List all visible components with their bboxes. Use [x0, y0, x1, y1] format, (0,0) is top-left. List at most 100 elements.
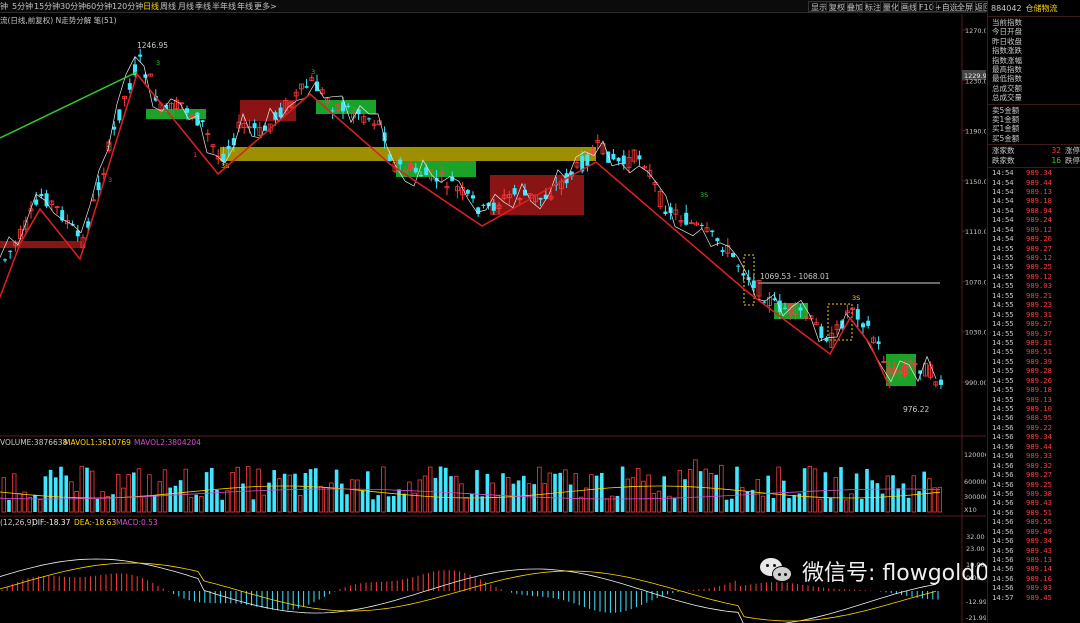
volume-bar: [714, 474, 718, 512]
volume-bar: [225, 490, 230, 513]
tick-row: 14:56 989.32: [988, 461, 1080, 470]
timeframe-tab[interactable]: 30分钟: [60, 1, 86, 12]
kline-chart-svg[interactable]: 流(日线,前复权) N走势分解 笔(51) VOLUME:3876638 MAV…: [0, 14, 986, 623]
volume-bar: [625, 478, 630, 513]
volume-bar: [688, 469, 693, 513]
volume-bar: [95, 498, 100, 512]
index-fields: 当前指数 今日开盘 昨日收盘 指数涨跌 指数涨幅 最高指数 最低指数 总成交额 总成交量: [988, 17, 1080, 105]
volume-bar: [880, 493, 885, 512]
tick-time: 14:55: [992, 290, 1014, 300]
tick-list[interactable]: 14:54 989.34 14:54 989.44 14:54 989.13 14:54 98…: [988, 168, 1080, 602]
candle-body: [367, 118, 371, 120]
candle-body: [684, 212, 689, 225]
tick-row: 14:56 989.33: [988, 451, 1080, 460]
timeframe-tab[interactable]: 60分钟: [86, 1, 112, 12]
tick-row: 14:54 988.94: [988, 206, 1080, 215]
volume-bar: [329, 482, 334, 513]
candle-body: [855, 309, 860, 320]
timeframe-tab[interactable]: 15分钟: [34, 1, 60, 12]
volume-multiplier: X10: [964, 506, 977, 514]
tick-price: 989.23: [1026, 300, 1052, 310]
timeframe-tab[interactable]: 更多>: [254, 1, 277, 12]
candle-body: [398, 159, 403, 165]
candle-body: [866, 320, 871, 326]
volume-bar: [386, 496, 391, 512]
tick-row: 14:54 989.34: [988, 168, 1080, 177]
tick-row: 14:55 989.13: [988, 395, 1080, 404]
tick-row: 14:56 989.13: [988, 555, 1080, 564]
tick-row: 14:56 989.34: [988, 536, 1080, 545]
mavol2-label: MAVOL2:3804204: [134, 438, 201, 447]
volume-bar: [100, 491, 105, 513]
index-name: 仓储物流: [1025, 4, 1058, 13]
volume-bar: [641, 480, 646, 513]
volume-bar: [505, 476, 511, 513]
tick-price: 989.18: [1026, 196, 1052, 206]
volume-bar: [812, 468, 818, 513]
tick-time: 14:56: [992, 583, 1014, 593]
tick-price: 989.31: [1026, 337, 1052, 347]
tick-price: 988.94: [1026, 205, 1052, 215]
volume-bar: [932, 487, 937, 513]
index-field-label: 当前指数: [992, 18, 1022, 27]
tick-price: 989.22: [1026, 422, 1052, 432]
volume-bar: [173, 485, 178, 512]
volume-bar: [922, 471, 926, 512]
timeframe-tab[interactable]: 半年线: [212, 1, 236, 12]
tick-price: 989.18: [1026, 385, 1052, 395]
volume-bar: [74, 491, 79, 513]
tick-row: 14:56 989.14: [988, 564, 1080, 573]
timeframe-tab[interactable]: 120分钟: [112, 1, 143, 12]
candle-body: [538, 197, 543, 200]
timeframe-tab[interactable]: 周线: [160, 1, 176, 12]
candle-body: [606, 151, 611, 163]
tick-price: 989.21: [1026, 290, 1052, 300]
volume-bar: [885, 475, 890, 513]
volume-bar: [854, 473, 859, 512]
candle-body: [413, 167, 418, 173]
candle-body: [356, 109, 361, 115]
tick-price: 989.13: [1026, 394, 1052, 404]
volume-bar: [656, 490, 662, 513]
volume-bar: [755, 478, 760, 513]
index-field-label: 指数涨跌: [992, 46, 1022, 56]
volume-bar: [703, 468, 708, 513]
tick-price: 989.51: [1026, 507, 1052, 517]
timeframe-tab[interactable]: 月线: [178, 1, 194, 12]
tick-row: 14:56 989.55: [988, 517, 1080, 526]
timeframe-tab[interactable]: 5分钟: [12, 1, 33, 12]
volume-bar: [85, 467, 89, 512]
volume-bar: [308, 469, 313, 512]
candle-body: [512, 188, 517, 195]
volume-bar: [672, 497, 677, 512]
order-field-label: 卖5金额: [992, 105, 1020, 115]
volume-bar: [235, 466, 240, 513]
volume-bar: [771, 498, 776, 512]
volume-bar: [126, 474, 131, 513]
tick-time: 14:55: [992, 404, 1014, 414]
timeframe-tab[interactable]: 年线: [237, 1, 253, 12]
timeframe-tab[interactable]: 季线: [195, 1, 211, 12]
timeframe-tab[interactable]: 钟: [0, 1, 8, 12]
volume-bar: [735, 466, 739, 512]
candle-body: [471, 195, 475, 199]
volume-bar: [314, 468, 318, 512]
timeframe-tab[interactable]: 日线: [143, 1, 159, 12]
tick-time: 14:54: [992, 196, 1014, 206]
volume-bar: [589, 474, 594, 513]
chart-area[interactable]: 流(日线,前复权) N走势分解 笔(51) VOLUME:3876638 MAV…: [0, 14, 986, 623]
candle-body: [861, 323, 865, 328]
candle-body: [876, 341, 881, 344]
volume-bar: [646, 474, 651, 513]
fall-row: 跌家数 16 跌停: [992, 156, 1080, 166]
tick-time: 14:56: [992, 488, 1014, 498]
macd-label: MACD:0.53: [116, 518, 158, 527]
candle-body: [699, 224, 704, 226]
volume-bar: [730, 498, 734, 512]
volume-bar: [105, 496, 110, 513]
volume-bar: [750, 489, 755, 512]
volume-bar: [147, 474, 152, 513]
tick-price: 989.44: [1026, 441, 1052, 451]
price-axis-label: 1230.00: [965, 77, 986, 85]
candle-body: [278, 107, 283, 118]
